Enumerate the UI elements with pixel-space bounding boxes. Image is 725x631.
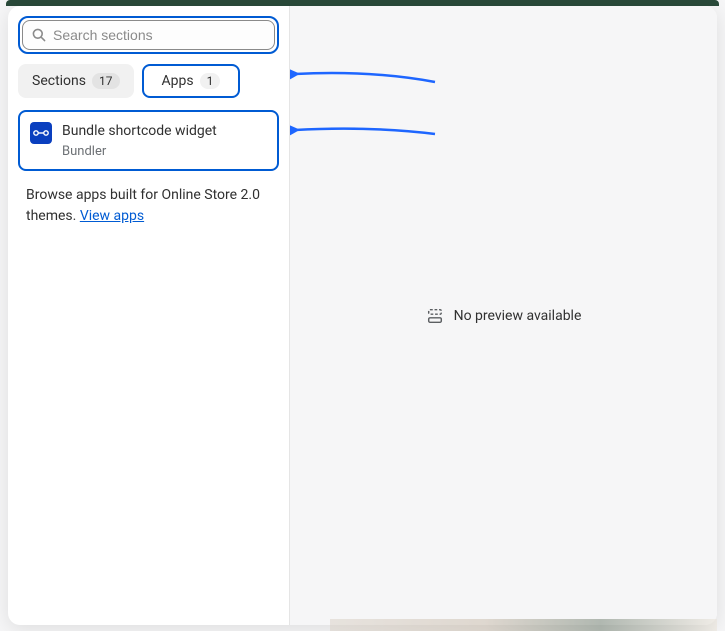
- tab-sections-count: 17: [92, 73, 120, 89]
- bundle-icon: [30, 122, 52, 144]
- tab-apps-label: Apps: [162, 73, 194, 89]
- tab-sections[interactable]: Sections 17: [18, 64, 134, 98]
- tab-apps-count: 1: [200, 73, 221, 89]
- search-field[interactable]: [22, 20, 275, 50]
- background-image-strip: [330, 619, 717, 631]
- search-highlight-frame: [18, 16, 279, 54]
- preview-empty-state: No preview available: [426, 307, 582, 325]
- preview-pane: No preview available: [290, 6, 717, 625]
- view-apps-link[interactable]: View apps: [80, 208, 144, 224]
- app-item-title: Bundle shortcode widget: [62, 122, 217, 142]
- add-section-panel: Sections 17 Apps 1 Bundle shortcode widg…: [8, 6, 717, 625]
- tab-sections-label: Sections: [32, 73, 86, 89]
- browse-apps-text: Browse apps built for Online Store 2.0 t…: [18, 185, 279, 227]
- preview-message: No preview available: [454, 308, 582, 324]
- search-icon: [31, 27, 47, 43]
- app-item-vendor: Bundler: [62, 144, 217, 159]
- app-item-bundle-shortcode[interactable]: Bundle shortcode widget Bundler: [18, 110, 279, 171]
- sidebar: Sections 17 Apps 1 Bundle shortcode widg…: [8, 6, 290, 625]
- tab-apps[interactable]: Apps 1: [142, 64, 241, 98]
- section-icon: [426, 307, 444, 325]
- app-item-text: Bundle shortcode widget Bundler: [62, 122, 217, 159]
- search-input[interactable]: [53, 27, 266, 43]
- tabs: Sections 17 Apps 1: [18, 64, 279, 98]
